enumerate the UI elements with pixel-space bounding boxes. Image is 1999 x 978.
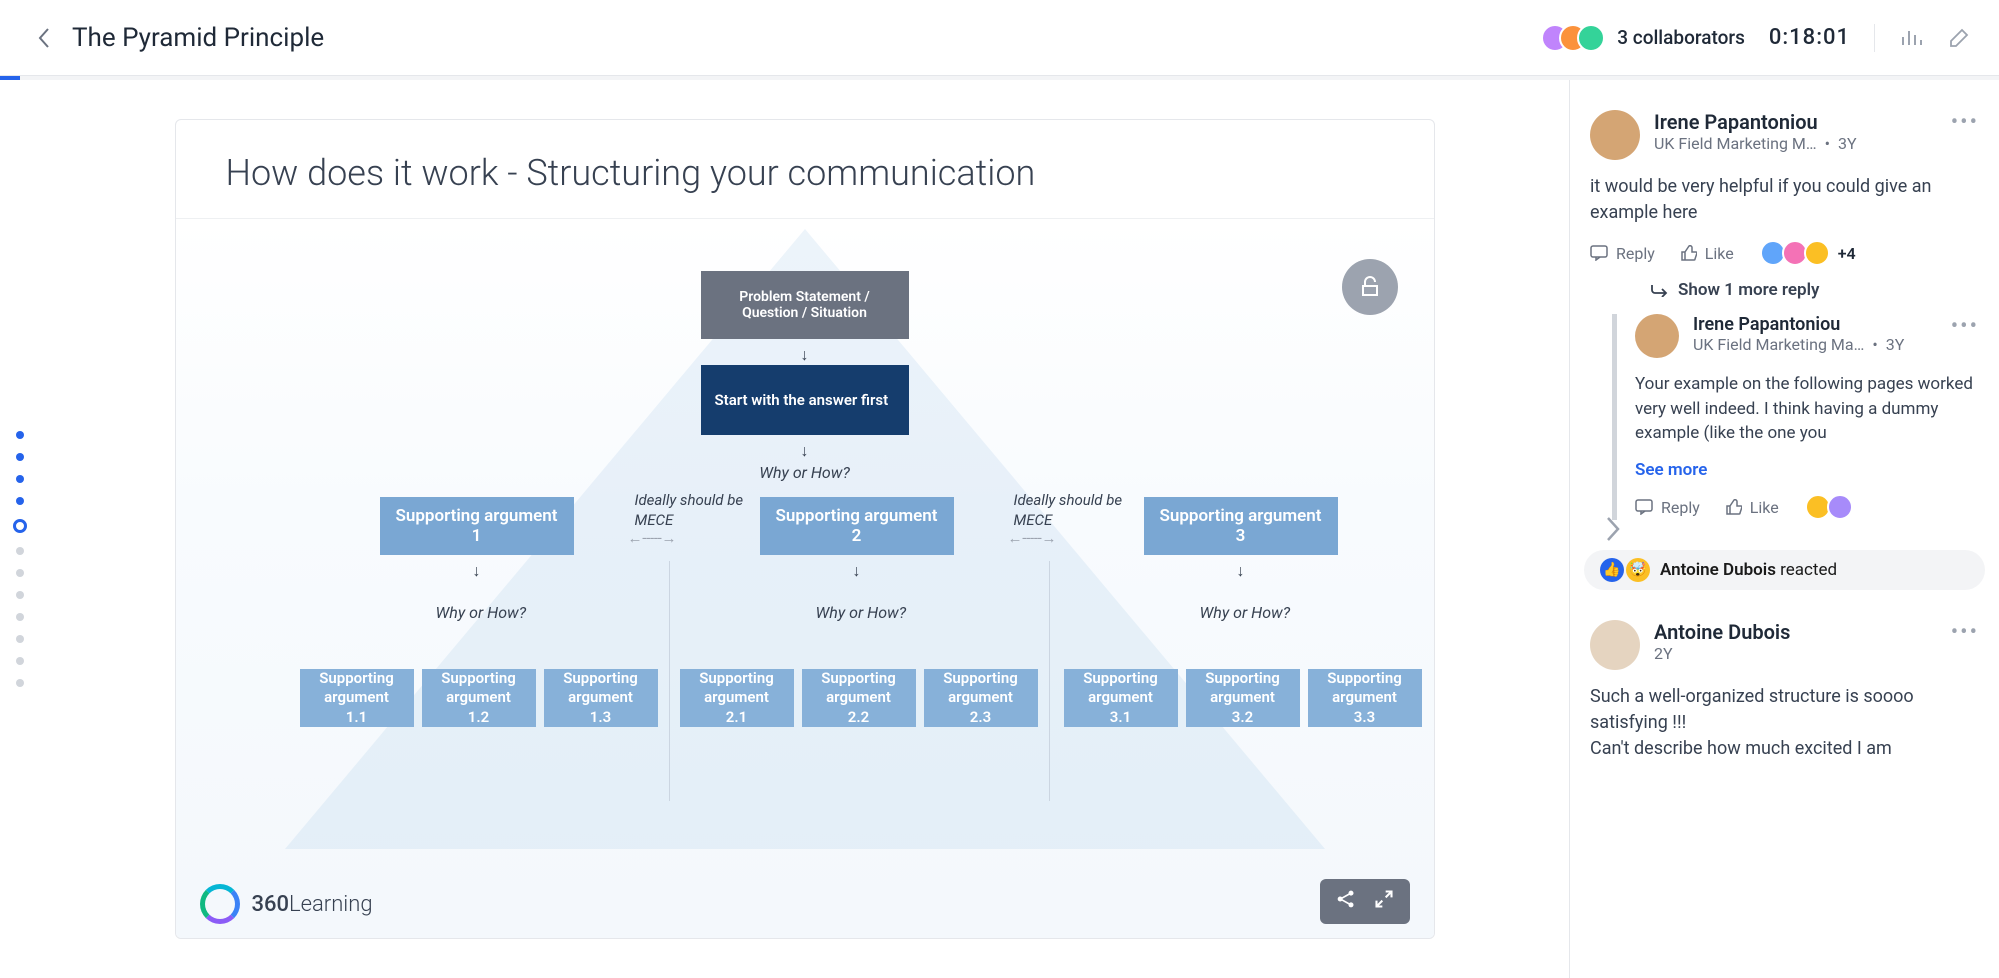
box-leaf: Supporting argument 2.2 (802, 669, 916, 727)
see-more-link[interactable]: See more (1635, 460, 1979, 480)
slide-body: Problem Statement / Question / Situation… (176, 219, 1434, 938)
comment-body: Your example on the following pages work… (1635, 372, 1979, 446)
header-right: 3 collaborators 0:18:01 (1541, 24, 1971, 52)
slide-dot[interactable] (16, 679, 24, 687)
nested-comment: Irene Papantoniou UK Field Marketing Ma…… (1612, 314, 1979, 520)
comment-more-icon[interactable]: ••• (1951, 620, 1979, 645)
reactors[interactable]: +4 (1760, 240, 1856, 266)
slide-dot[interactable] (16, 657, 24, 665)
box-supporting-3: Supporting argument 3 (1144, 497, 1338, 555)
box-leaf: Supporting argument 3.1 (1064, 669, 1178, 727)
comment-author[interactable]: Antoine Dubois (1654, 620, 1937, 644)
expand-icon[interactable] (1374, 889, 1394, 914)
box-leaf: Supporting argument 3.3 (1308, 669, 1422, 727)
comment-author[interactable]: Irene Papantoniou (1693, 314, 1937, 335)
mindblown-emoji-icon: 🤯 (1626, 558, 1650, 582)
back-button[interactable] (28, 22, 60, 54)
slide-header: How does it work - Structuring your comm… (176, 120, 1434, 219)
slide-dot[interactable] (16, 635, 24, 643)
reply-button[interactable]: Reply (1590, 244, 1655, 263)
avatar[interactable] (1635, 314, 1679, 358)
reaction-banner: 👍 🤯 Antoine Dubois reacted (1584, 550, 1985, 590)
slide-dot[interactable] (16, 475, 24, 483)
slide-dot[interactable] (16, 453, 24, 461)
slide-card: How does it work - Structuring your comm… (175, 119, 1435, 939)
comment-meta: UK Field Marketing M…•3Y (1654, 134, 1937, 153)
box-leaf: Supporting argument 3.2 (1186, 669, 1300, 727)
page-title: The Pyramid Principle (72, 23, 324, 53)
comments-sidebar: Irene Papantoniou UK Field Marketing M…•… (1569, 80, 1999, 978)
comment-more-icon[interactable]: ••• (1951, 110, 1979, 135)
show-more-replies[interactable]: Show 1 more reply (1650, 280, 1979, 300)
comment: Irene Papantoniou UK Field Marketing M…•… (1584, 98, 1985, 532)
collaborator-count: 3 collaborators (1617, 26, 1745, 49)
timer: 0:18:01 (1769, 25, 1850, 50)
box-leaf: Supporting argument 1.1 (300, 669, 414, 727)
divider (1874, 24, 1875, 52)
comment-meta: 2Y (1654, 644, 1937, 663)
label-why-how: Why or How? (436, 603, 527, 622)
box-leaf: Supporting argument 1.2 (422, 669, 536, 727)
reactors[interactable] (1805, 494, 1853, 520)
header: The Pyramid Principle 3 collaborators 0:… (0, 0, 1999, 76)
like-button[interactable]: Like (1681, 244, 1734, 263)
collaborators[interactable]: 3 collaborators (1541, 24, 1745, 52)
slide-dot[interactable] (16, 547, 24, 555)
main-area: How does it work - Structuring your comm… (40, 80, 1569, 978)
box-answer-first: Start with the answer first (701, 365, 909, 435)
label-why-how: Why or How? (1200, 603, 1291, 622)
reply-button[interactable]: Reply (1635, 498, 1700, 517)
arrow-left-right-icon: ← - - - - - → (628, 529, 675, 547)
comment: Antoine Dubois 2Y ••• Such a well-organi… (1584, 608, 1985, 788)
arrow-down-icon: ↓ (853, 561, 861, 581)
slide-title: How does it work - Structuring your comm… (226, 152, 1384, 194)
slide-dot[interactable] (16, 431, 24, 439)
share-icon[interactable] (1336, 889, 1356, 914)
box-supporting-1: Supporting argument 1 (380, 497, 574, 555)
brand-text: 360Learning (252, 892, 373, 917)
slide-dot-current[interactable] (13, 519, 27, 533)
slide-dot[interactable] (16, 591, 24, 599)
avatar[interactable] (1590, 620, 1640, 670)
slide-indicator (0, 80, 40, 978)
box-leaf: Supporting argument 2.1 (680, 669, 794, 727)
next-slide-button[interactable] (1593, 509, 1633, 549)
comment-body: Such a well-organized structure is soooo… (1590, 684, 1979, 762)
divider-line (1049, 561, 1050, 801)
comment-body: it would be very helpful if you could gi… (1590, 174, 1979, 226)
label-mece: Ideally should be MECE (1014, 491, 1134, 530)
label-mece: Ideally should be MECE (635, 491, 755, 530)
box-problem-statement: Problem Statement / Question / Situation (701, 271, 909, 339)
label-why-how: Why or How? (816, 603, 907, 622)
share-controls[interactable] (1320, 879, 1410, 924)
brand-logo-icon (200, 884, 240, 924)
box-supporting-2: Supporting argument 2 (760, 497, 954, 555)
arrow-down-icon: ↓ (473, 561, 481, 581)
reaction-name: Antoine Dubois (1660, 560, 1776, 580)
edit-icon[interactable] (1947, 26, 1971, 50)
label-why-how: Why or How? (759, 463, 850, 482)
slide-dot[interactable] (16, 613, 24, 621)
stats-icon[interactable] (1899, 26, 1923, 50)
collaborator-avatars (1541, 24, 1605, 52)
comment-more-icon[interactable]: ••• (1951, 314, 1979, 339)
slide-dot[interactable] (16, 569, 24, 577)
avatar[interactable] (1590, 110, 1640, 160)
slide-dot[interactable] (16, 497, 24, 505)
like-emoji-icon: 👍 (1600, 558, 1624, 582)
brand-footer: 360Learning (200, 884, 373, 924)
arrow-down-icon: ↓ (801, 345, 809, 365)
like-button[interactable]: Like (1726, 498, 1779, 517)
arrow-down-icon: ↓ (801, 441, 809, 461)
arrow-left-right-icon: ← - - - - - → (1008, 529, 1055, 547)
comment-meta: UK Field Marketing Ma…•3Y (1693, 335, 1937, 354)
divider-line (669, 561, 670, 801)
box-leaf: Supporting argument 1.3 (544, 669, 658, 727)
arrow-down-icon: ↓ (1237, 561, 1245, 581)
comment-author[interactable]: Irene Papantoniou (1654, 110, 1937, 134)
box-leaf: Supporting argument 2.3 (924, 669, 1038, 727)
